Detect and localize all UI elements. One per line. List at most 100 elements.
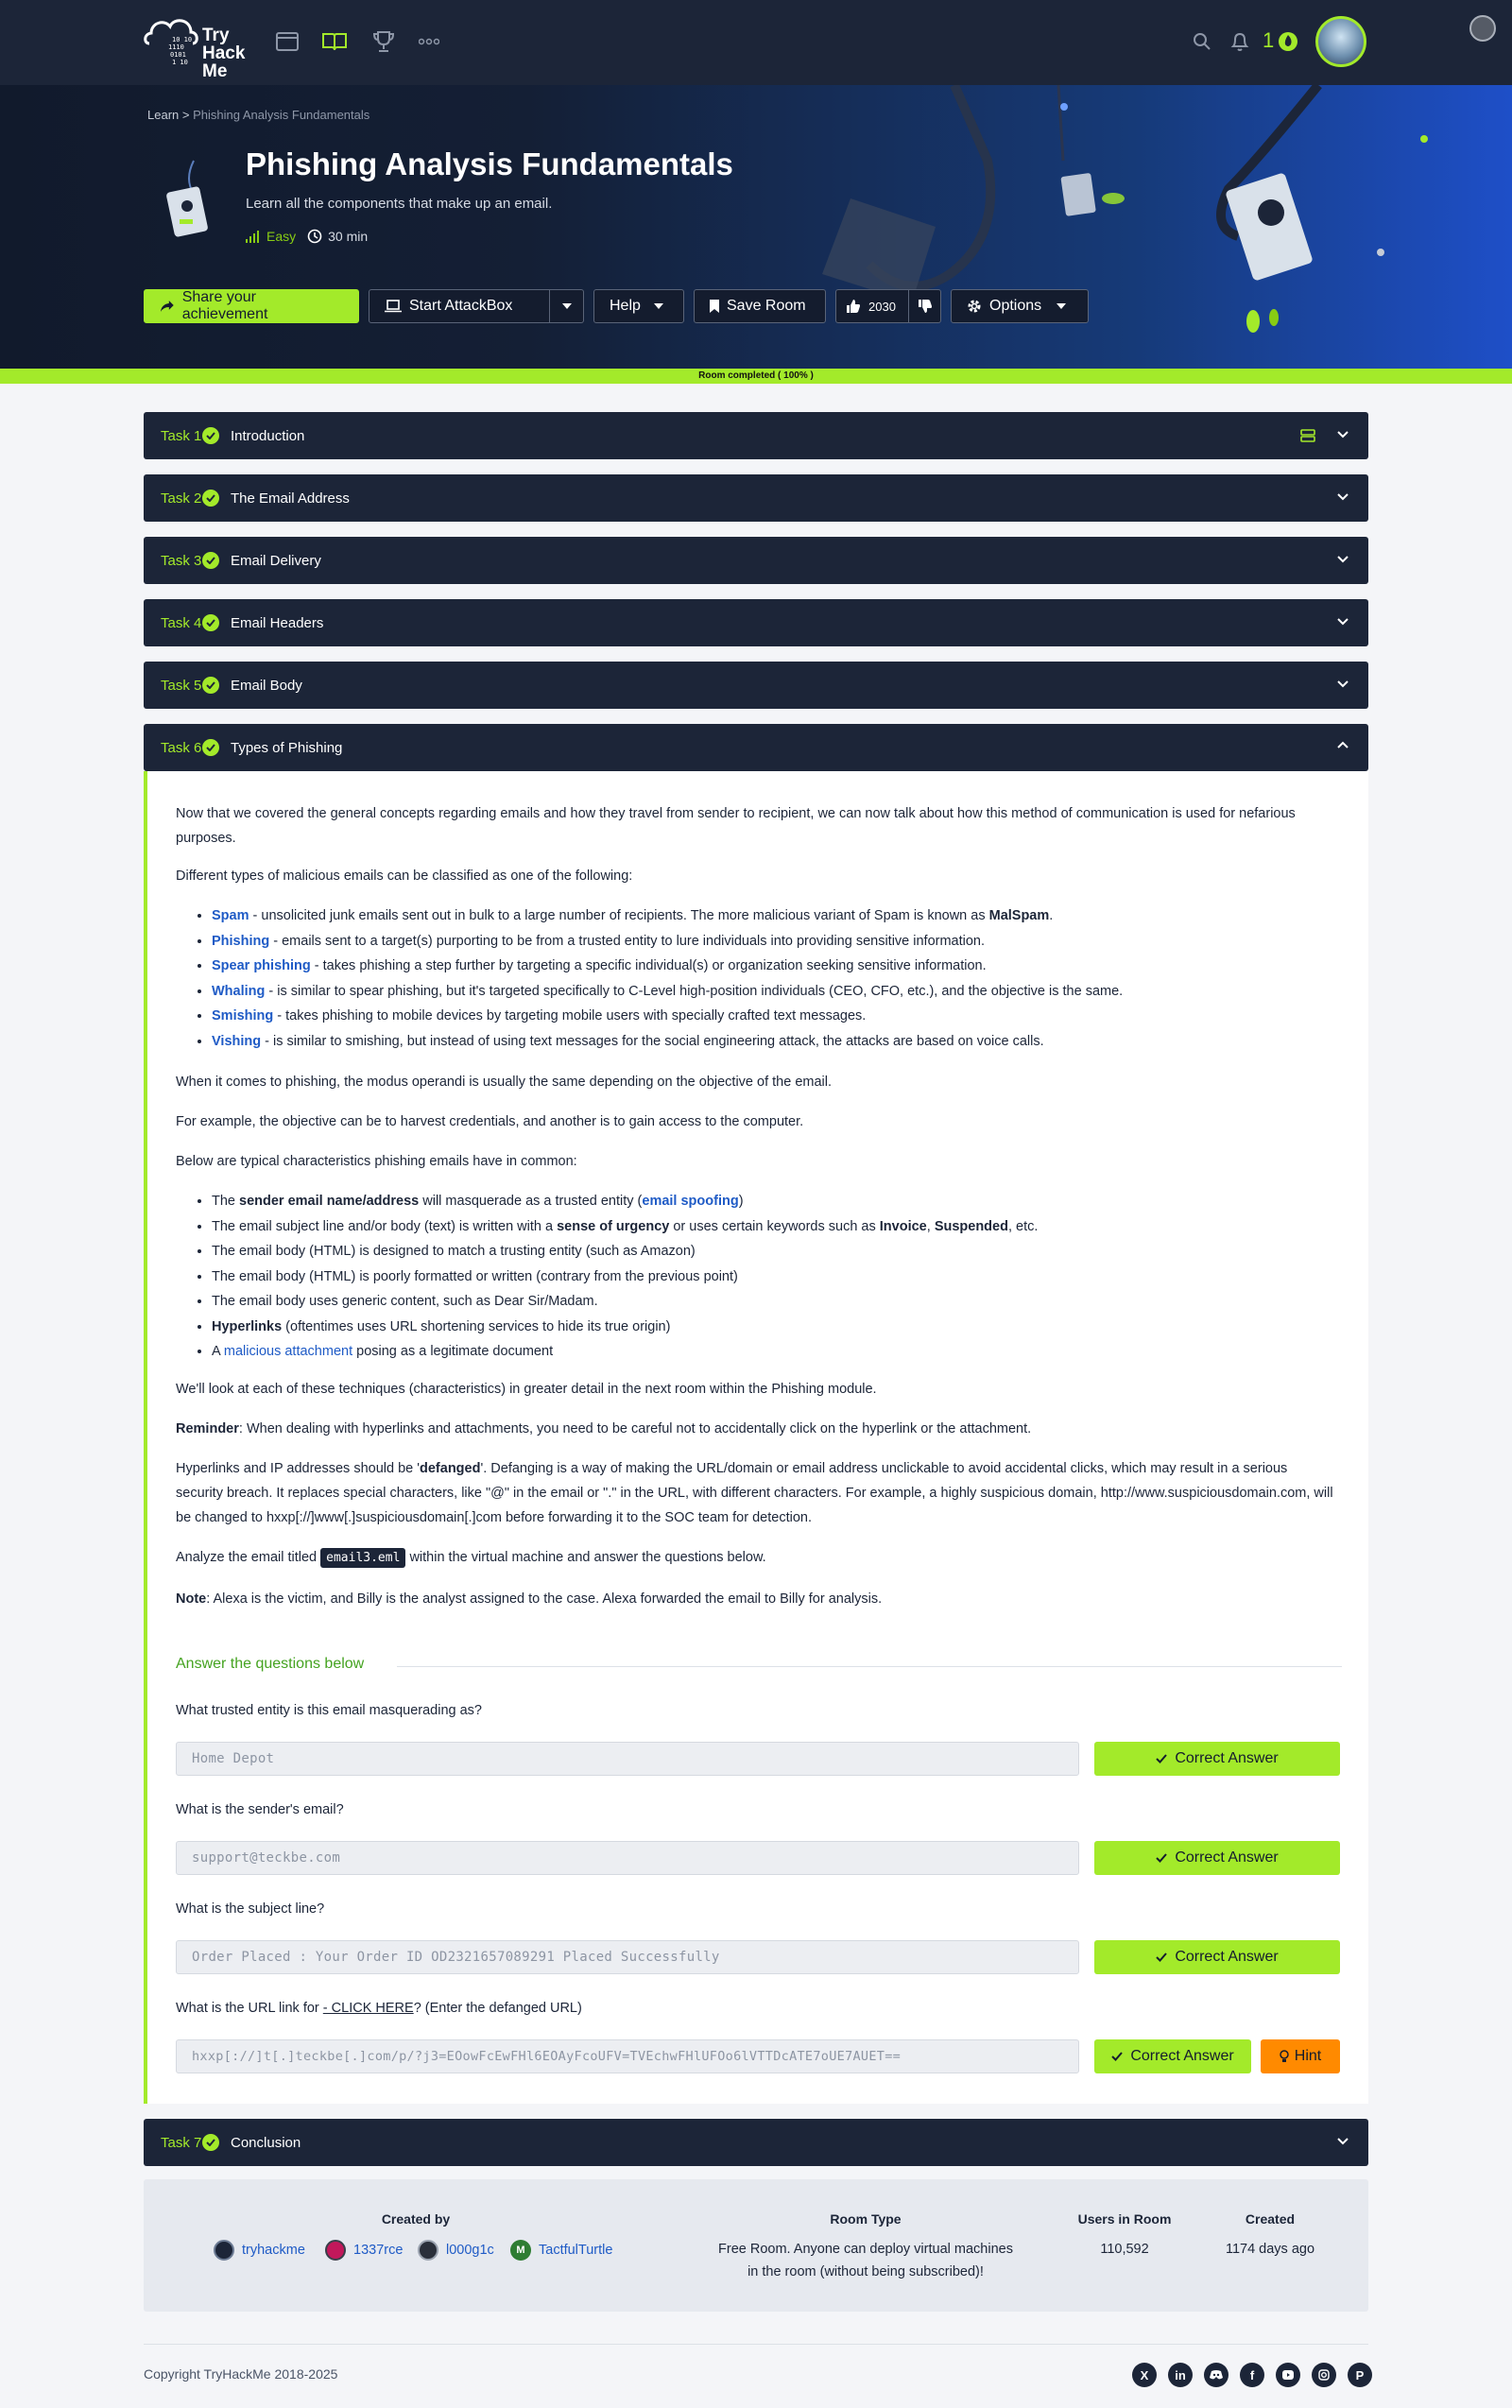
creator-1337rce[interactable]: 1337rce [325, 2240, 403, 2261]
attackbox-dropdown-toggle[interactable] [550, 289, 584, 323]
chevron-down-icon [1337, 2138, 1349, 2145]
youtube-icon[interactable] [1276, 2363, 1300, 2387]
correct-answer-label: Correct Answer [1175, 1849, 1279, 1866]
defang-emphasis: defanged [420, 1461, 481, 1476]
paragraph-next-room: We'll look at each of these techniques (… [176, 1382, 877, 1397]
tryhackme-logo[interactable]: 10 10 1110 0101 1 10 Try Hack Me [142, 9, 255, 80]
task-header-5[interactable]: Task 5 Email Body [144, 662, 1368, 709]
task-title: Email Body [231, 677, 302, 694]
task-title: Introduction [231, 427, 305, 444]
breadcrumb-separator: > [181, 108, 190, 122]
click-here-link[interactable]: - CLICK HERE [323, 2001, 414, 2016]
task-header-4[interactable]: Task 4 Email Headers [144, 599, 1368, 646]
room-type-heading: Room Type [830, 2211, 902, 2227]
list-item: The email body uses generic content, suc… [212, 1289, 1338, 1315]
creator-tactfulturtle[interactable]: M TactfulTurtle [510, 2240, 612, 2261]
task-number: Task 2 [161, 490, 202, 507]
breadcrumb-learn-link[interactable]: Learn [147, 108, 179, 122]
email-spoofing-link[interactable]: email spoofing [642, 1194, 738, 1209]
correct-answer-label: Correct Answer [1175, 1949, 1279, 1965]
correct-answer-button-4[interactable]: Correct Answer [1094, 2039, 1251, 2073]
item-text: posing as a legitimate document [352, 1344, 554, 1359]
term-link[interactable]: Spear phishing [212, 958, 311, 973]
term-link[interactable]: Vishing [212, 1034, 261, 1049]
item-emphasis: Hyperlinks [212, 1318, 283, 1334]
options-button[interactable]: Options [951, 289, 1089, 323]
room-type-line-1: Free Room. Anyone can deploy virtual mac… [718, 2242, 1013, 2257]
term-link[interactable]: Whaling [212, 984, 265, 999]
task-header-1[interactable]: Task 1 Introduction [144, 412, 1368, 459]
task-title: Types of Phishing [231, 739, 343, 756]
dashboard-icon[interactable] [274, 28, 301, 55]
notification-bell-icon[interactable] [1227, 28, 1253, 55]
answer-2-field[interactable]: support@teckbe.com [176, 1841, 1079, 1875]
server-stack-icon[interactable] [1300, 429, 1315, 442]
save-room-button[interactable]: Save Room [694, 289, 826, 323]
list-item: The sender email name/address will masqu… [212, 1189, 1338, 1214]
term-link[interactable]: Spam [212, 908, 249, 923]
help-button[interactable]: Help [593, 289, 684, 323]
phishing-hooks-illustration [166, 85, 1428, 333]
correct-answer-button-1[interactable]: Correct Answer [1094, 1742, 1340, 1776]
x-twitter-icon[interactable]: X [1132, 2363, 1157, 2387]
answer-4-field[interactable]: hxxp[://]t[.]teckbe[.]com/p/?j3=EOowFcEw… [176, 2039, 1079, 2073]
task-header-2[interactable]: Task 2 The Email Address [144, 474, 1368, 522]
facebook-icon[interactable]: f [1240, 2363, 1264, 2387]
term-link[interactable]: Smishing [212, 1008, 273, 1023]
paragraph-defanging: Hyperlinks and IP addresses should be 'd… [176, 1456, 1338, 1530]
room-title: Phishing Analysis Fundamentals [246, 146, 733, 181]
chevron-down-icon [1337, 618, 1349, 626]
answer-questions-heading: Answer the questions below [176, 1656, 365, 1672]
search-icon[interactable] [1189, 28, 1215, 55]
correct-answer-button-3[interactable]: Correct Answer [1094, 1940, 1340, 1974]
task-header-7[interactable]: Task 7 Conclusion [144, 2119, 1368, 2166]
dislike-button[interactable] [909, 289, 941, 323]
creator-tryhackme[interactable]: tryhackme [214, 2240, 305, 2261]
task-header-6[interactable]: Task 6 Types of Phishing [144, 724, 1368, 771]
question-text: What is the URL link for [176, 2001, 323, 2016]
like-count: 2030 [868, 299, 896, 314]
hint-button[interactable]: Hint [1261, 2039, 1340, 2073]
start-attackbox-button[interactable]: Start AttackBox [369, 289, 550, 323]
chevron-down-icon [1337, 431, 1349, 439]
instagram-icon[interactable] [1312, 2363, 1336, 2387]
task-header-3[interactable]: Task 3 Email Delivery [144, 537, 1368, 584]
start-attackbox-label: Start AttackBox [409, 298, 513, 314]
task-complete-check-icon [202, 427, 219, 444]
like-button[interactable]: 2030 [835, 289, 909, 323]
task-number: Task 3 [161, 552, 202, 569]
creator-avatar [418, 2240, 438, 2261]
bookmark-icon [710, 300, 719, 313]
share-achievement-button[interactable]: Share your achievement [144, 289, 359, 323]
malicious-attachment-link[interactable]: malicious attachment [224, 1344, 352, 1359]
learn-book-icon[interactable] [321, 28, 348, 55]
answer-3-field[interactable]: Order Placed : Your Order ID OD232165708… [176, 1940, 1079, 1974]
chevron-down-icon [1337, 556, 1349, 563]
pinterest-icon[interactable]: P [1348, 2363, 1372, 2387]
correct-answer-label: Correct Answer [1130, 2048, 1234, 2064]
correct-answer-button-2[interactable]: Correct Answer [1094, 1841, 1340, 1875]
footer-copyright: Copyright TryHackMe 2018-2025 [144, 2366, 338, 2382]
term-link[interactable]: Phishing [212, 934, 269, 949]
item-emphasis: sender email name/address [239, 1194, 420, 1209]
task-number: Task 4 [161, 614, 202, 631]
caret-down-icon [561, 303, 572, 309]
note-label: Note [176, 1591, 207, 1607]
item-text: The email subject line and/or body (text… [212, 1218, 558, 1234]
streak-counter[interactable]: 1 [1263, 28, 1298, 53]
check-icon [1156, 1754, 1168, 1763]
task-complete-check-icon [202, 739, 219, 756]
avatar-status-dot[interactable] [1469, 15, 1496, 42]
more-dots-icon[interactable] [416, 28, 442, 55]
answer-1-field[interactable]: Home Depot [176, 1742, 1079, 1776]
item-text: ) [738, 1194, 744, 1209]
creator-l000g1c[interactable]: l000g1c [418, 2240, 494, 2261]
trophy-icon[interactable] [370, 28, 397, 55]
discord-icon[interactable] [1204, 2363, 1228, 2387]
creator-name: TactfulTurtle [539, 2243, 613, 2258]
options-label: Options [989, 298, 1042, 314]
user-avatar[interactable] [1315, 16, 1366, 67]
task-number: Task 5 [161, 677, 202, 694]
characteristics-list: The sender email name/address will masqu… [176, 1189, 1338, 1365]
linkedin-icon[interactable]: in [1168, 2363, 1193, 2387]
